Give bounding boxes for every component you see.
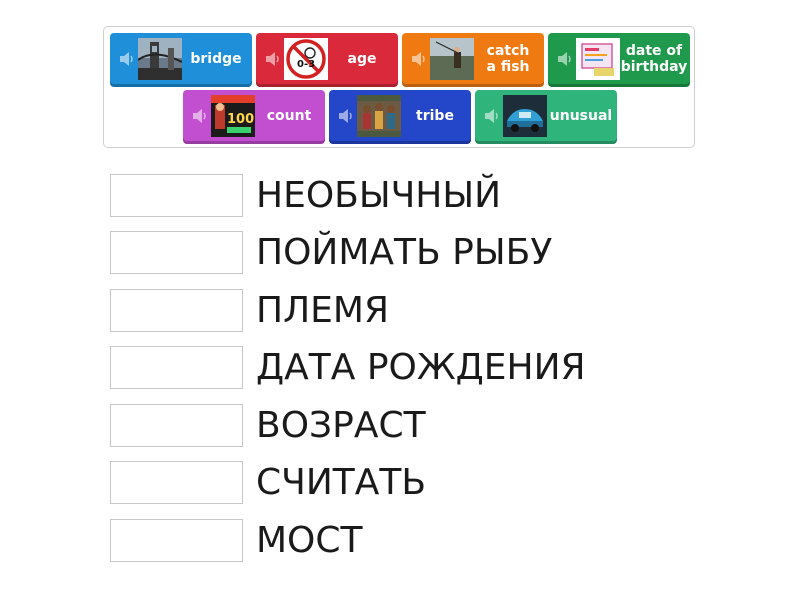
target-term: ПЛЕМЯ: [256, 290, 389, 331]
speaker-icon[interactable]: [119, 50, 135, 68]
speaker-icon[interactable]: [557, 50, 573, 68]
target-term: ДАТА РОЖДЕНИЯ: [256, 347, 586, 388]
fisherman-image: [430, 38, 474, 80]
tribe-image: [357, 95, 401, 137]
counting-image: 100: [211, 95, 255, 137]
card-bridge[interactable]: bridge: [110, 33, 252, 87]
drop-slot[interactable]: [110, 404, 243, 447]
target-term: ПОЙМАТЬ РЫБУ: [256, 232, 553, 273]
card-label: bridge: [190, 50, 242, 67]
drop-slot[interactable]: [110, 231, 243, 274]
card-label: count: [266, 107, 312, 124]
age-sign-text: 0-3: [297, 59, 315, 70]
card-label: tribe: [416, 107, 454, 124]
unusual-car-image: [503, 95, 547, 137]
card-label: age: [347, 50, 377, 67]
speaker-icon[interactable]: [484, 107, 500, 125]
card-catch-a-fish[interactable]: catch a fish: [402, 33, 544, 87]
answer-tray: bridge 0-3 age catch a fish date of birt…: [103, 26, 695, 148]
card-age[interactable]: 0-3 age: [256, 33, 398, 87]
card-tribe[interactable]: tribe: [329, 90, 471, 144]
speaker-icon[interactable]: [411, 50, 427, 68]
drop-slot[interactable]: [110, 289, 243, 332]
drop-slot[interactable]: [110, 346, 243, 389]
bridge-image: [138, 38, 182, 80]
target-term: СЧИТАТЬ: [256, 462, 427, 503]
speaker-icon[interactable]: [265, 50, 281, 68]
card-label: catch a fish: [486, 42, 530, 75]
target-term: МОСТ: [256, 520, 363, 561]
drop-slot[interactable]: [110, 519, 243, 562]
card-label: unusual: [549, 107, 613, 124]
birthday-card-image: [576, 38, 620, 80]
card-count[interactable]: 100 count: [183, 90, 325, 144]
target-term: НЕОБЫЧНЫЙ: [256, 175, 502, 216]
card-date-of-birthday[interactable]: date of birthday: [548, 33, 690, 87]
target-term: ВОЗРАСТ: [256, 405, 426, 446]
age-restriction-image: 0-3: [284, 38, 328, 80]
speaker-icon[interactable]: [338, 107, 354, 125]
speaker-icon[interactable]: [192, 107, 208, 125]
drop-slot[interactable]: [110, 174, 243, 217]
card-label: date of birthday: [620, 42, 688, 75]
drop-slot[interactable]: [110, 461, 243, 504]
count-poster-text: 100: [227, 112, 254, 127]
card-unusual[interactable]: unusual: [475, 90, 617, 144]
